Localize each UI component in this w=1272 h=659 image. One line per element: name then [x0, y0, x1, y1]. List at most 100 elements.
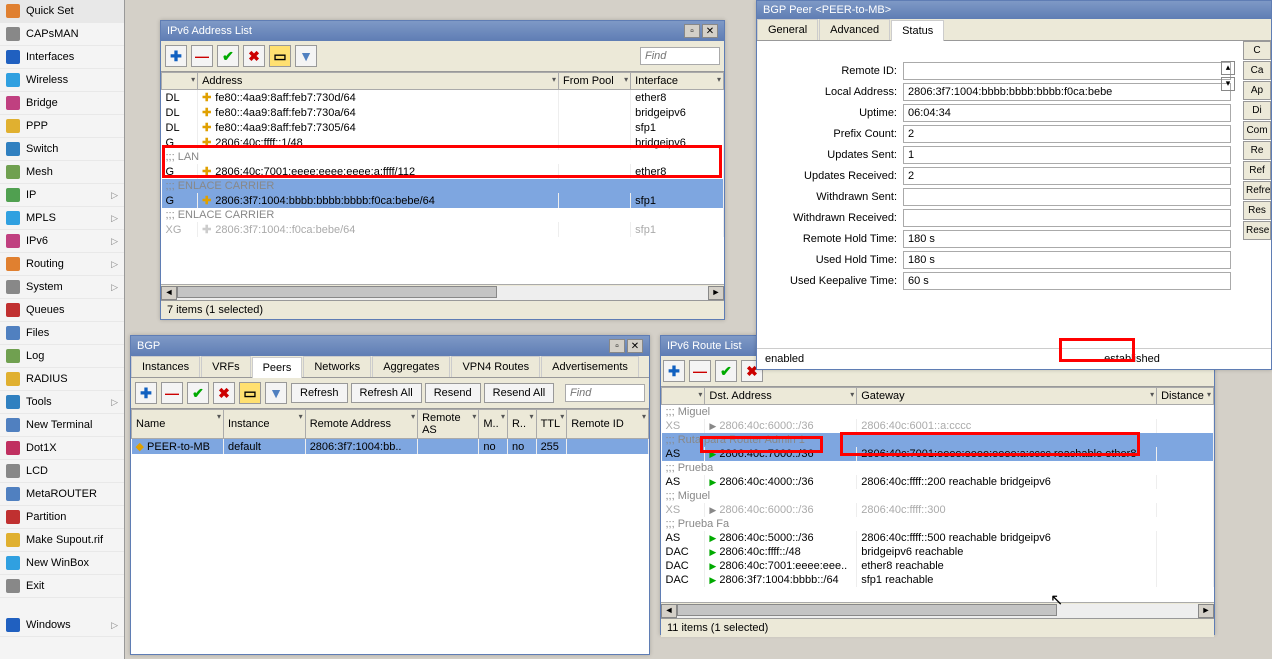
close-button[interactable]: ✕: [627, 339, 643, 353]
sidebar-item[interactable]: Mesh: [0, 161, 124, 184]
sidebar-item[interactable]: Make Supout.rif: [0, 529, 124, 552]
minimize-button[interactable]: ▫: [684, 24, 700, 38]
side-button[interactable]: Ap: [1243, 81, 1271, 100]
find-input[interactable]: [640, 47, 720, 65]
sidebar-item[interactable]: MPLS▷: [0, 207, 124, 230]
sidebar-item[interactable]: IPv6▷: [0, 230, 124, 253]
side-button[interactable]: Com: [1243, 121, 1271, 140]
sidebar-item[interactable]: Quick Set: [0, 0, 124, 23]
tab[interactable]: Peers: [252, 357, 303, 378]
filter-button[interactable]: ▼: [295, 45, 317, 67]
field-value: 180 s: [903, 230, 1231, 248]
comment-button[interactable]: ▭: [239, 382, 261, 404]
sidebar: Quick SetCAPsMANInterfacesWirelessBridge…: [0, 0, 125, 659]
action-button[interactable]: Refresh: [291, 383, 348, 403]
sidebar-item[interactable]: Files: [0, 322, 124, 345]
enable-button[interactable]: ✔: [715, 360, 737, 382]
side-button[interactable]: Refre: [1243, 181, 1271, 200]
sidebar-item[interactable]: Windows▷: [0, 614, 124, 637]
sidebar-item[interactable]: Exit: [0, 575, 124, 598]
field-label: Used Keepalive Time:: [763, 275, 903, 287]
find-input[interactable]: [565, 384, 645, 402]
tab[interactable]: Advanced: [819, 19, 890, 40]
add-button[interactable]: ✚: [663, 360, 685, 382]
side-button[interactable]: Ca: [1243, 61, 1271, 80]
sidebar-item[interactable]: IP▷: [0, 184, 124, 207]
sidebar-item[interactable]: Routing▷: [0, 253, 124, 276]
filter-button[interactable]: ▼: [265, 382, 287, 404]
tabs: InstancesVRFsPeersNetworksAggregatesVPN4…: [131, 356, 649, 378]
minimize-button[interactable]: ▫: [609, 339, 625, 353]
side-button[interactable]: Res: [1243, 201, 1271, 220]
side-button[interactable]: Ref: [1243, 161, 1271, 180]
window-title: IPv6 Address List: [167, 25, 684, 37]
sidebar-item[interactable]: Log: [0, 345, 124, 368]
tab[interactable]: General: [757, 19, 818, 40]
action-button[interactable]: Resend: [425, 383, 481, 403]
titlebar[interactable]: BGP Peer <PEER-to-MB>: [757, 1, 1271, 19]
sidebar-item[interactable]: Partition: [0, 506, 124, 529]
tab[interactable]: Aggregates: [372, 356, 450, 377]
sidebar-item[interactable]: Switch: [0, 138, 124, 161]
sidebar-item[interactable]: New Terminal: [0, 414, 124, 437]
sidebar-item[interactable]: Tools▷: [0, 391, 124, 414]
sidebar-item[interactable]: Wireless: [0, 69, 124, 92]
tab[interactable]: VRFs: [201, 356, 251, 377]
scroll-up[interactable]: ▴: [1221, 61, 1235, 75]
field-value: 2: [903, 167, 1231, 185]
tab[interactable]: Networks: [303, 356, 371, 377]
field-value: 180 s: [903, 251, 1231, 269]
bgp-peer-window: BGP Peer <PEER-to-MB> GeneralAdvancedSta…: [756, 0, 1272, 370]
field-label: Local Address:: [763, 86, 903, 98]
sidebar-item[interactable]: PPP: [0, 115, 124, 138]
comment-button[interactable]: ▭: [269, 45, 291, 67]
field-value: 1: [903, 146, 1231, 164]
titlebar[interactable]: BGP ▫✕: [131, 336, 649, 356]
side-button[interactable]: Di: [1243, 101, 1271, 120]
sidebar-item[interactable]: Bridge: [0, 92, 124, 115]
action-button[interactable]: Resend All: [484, 383, 555, 403]
sidebar-item[interactable]: Interfaces: [0, 46, 124, 69]
enable-button[interactable]: ✔: [187, 382, 209, 404]
scroll-down[interactable]: ▾: [1221, 77, 1235, 91]
titlebar[interactable]: IPv6 Address List ▫ ✕: [161, 21, 724, 41]
remove-button[interactable]: —: [161, 382, 183, 404]
sidebar-item[interactable]: MetaROUTER: [0, 483, 124, 506]
field-value: 06:04:34: [903, 104, 1231, 122]
h-scrollbar[interactable]: ◄►: [161, 284, 724, 300]
sidebar-item[interactable]: System▷: [0, 276, 124, 299]
field-label: Withdrawn Received:: [763, 212, 903, 224]
side-button[interactable]: Re: [1243, 141, 1271, 160]
side-button[interactable]: C: [1243, 41, 1271, 60]
add-button[interactable]: ✚: [165, 45, 187, 67]
action-button[interactable]: Refresh All: [351, 383, 422, 403]
side-button[interactable]: Rese: [1243, 221, 1271, 240]
ipv6-address-list-window: IPv6 Address List ▫ ✕ ✚ — ✔ ✖ ▭ ▼ ▾Addre…: [160, 20, 725, 320]
h-scrollbar[interactable]: ◄►: [661, 602, 1214, 618]
tab[interactable]: Advertisements: [541, 356, 639, 377]
remove-button[interactable]: —: [191, 45, 213, 67]
field-value: 60 s: [903, 272, 1231, 290]
cursor-icon: ↖: [1050, 590, 1063, 610]
tab[interactable]: VPN4 Routes: [451, 356, 540, 377]
field-label: Withdrawn Sent:: [763, 191, 903, 203]
disable-button[interactable]: ✖: [213, 382, 235, 404]
sidebar-item[interactable]: RADIUS: [0, 368, 124, 391]
field-value: 2806:3f7:1004:bbbb:bbbb:bbbb:f0ca:bebe: [903, 83, 1231, 101]
close-button[interactable]: ✕: [702, 24, 718, 38]
toolbar: ✚ — ✔ ✖ ▭ ▼: [161, 41, 724, 72]
add-button[interactable]: ✚: [135, 382, 157, 404]
statusbar: 7 items (1 selected): [161, 300, 724, 319]
remove-button[interactable]: —: [689, 360, 711, 382]
statusbar: 11 items (1 selected): [661, 618, 1214, 637]
sidebar-item[interactable]: Queues: [0, 299, 124, 322]
sidebar-item[interactable]: New WinBox: [0, 552, 124, 575]
sidebar-item[interactable]: Dot1X: [0, 437, 124, 460]
tab[interactable]: Status: [891, 20, 944, 41]
tab[interactable]: Instances: [131, 356, 200, 377]
sidebar-item[interactable]: LCD: [0, 460, 124, 483]
enable-button[interactable]: ✔: [217, 45, 239, 67]
disable-button[interactable]: ✖: [243, 45, 265, 67]
sidebar-item[interactable]: CAPsMAN: [0, 23, 124, 46]
tabs: GeneralAdvancedStatus: [757, 19, 1271, 41]
